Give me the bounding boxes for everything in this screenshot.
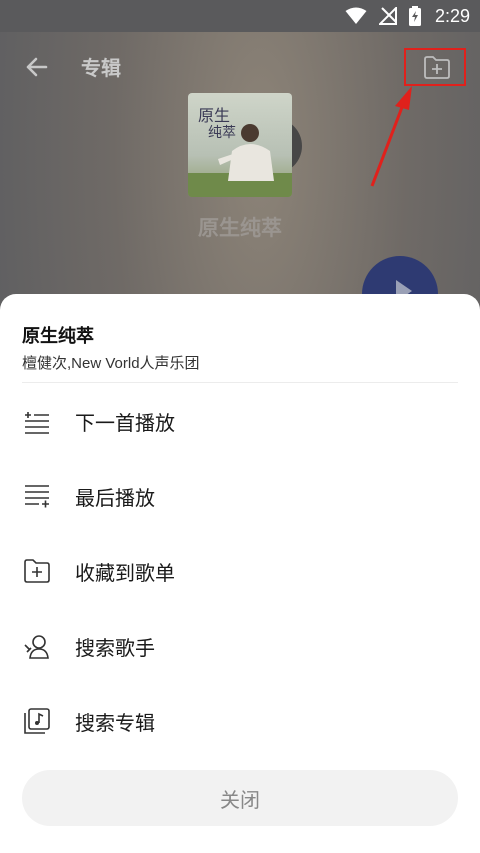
battery-charging-icon [408,6,421,26]
menu-item-search-singer[interactable]: 搜索歌手 [0,609,480,683]
back-arrow-icon[interactable] [22,52,52,82]
svg-text:纯萃: 纯萃 [208,125,236,141]
search-album-icon [24,708,50,734]
album-name: 原生纯萃 [198,217,282,240]
status-bar: 2:29 [0,0,480,32]
status-time: 2:29 [434,5,470,26]
album-actions-sheet: 原生纯萃 檀健次,New Vorld人声乐团 下一首播放 最后播放 收藏到歌单 [0,294,480,853]
cover-title-text: 原生 [198,106,230,125]
page-title: 专辑 [81,58,121,80]
highlight-annotation-box [404,48,466,86]
menu-item-label: 搜索歌手 [75,637,155,660]
menu-item-label: 搜索专辑 [75,712,155,735]
menu-item-play-next[interactable]: 下一首播放 [0,384,480,458]
sheet-subtitle: 檀健次,New Vorld人声乐团 [22,355,200,372]
play-next-icon [25,412,49,434]
menu-item-label: 收藏到歌单 [75,562,175,585]
red-arrow-annotation [370,86,412,187]
sheet-divider [22,382,458,383]
search-singer-icon [24,635,49,659]
menu-item-search-album[interactable]: 搜索专辑 [0,684,480,758]
album-cover-image: 原生 纯萃 [188,93,292,197]
close-button-label: 关闭 [220,789,260,812]
no-signal-icon [378,7,397,25]
wifi-icon [345,7,367,24]
close-button[interactable]: 关闭 [22,770,458,826]
add-to-playlist-icon [24,559,50,583]
menu-item-label: 下一首播放 [75,412,175,435]
menu-item-label: 最后播放 [75,487,155,510]
sheet-header: 原生纯萃 檀健次,New Vorld人声乐团 [22,322,458,373]
menu-item-add-to-playlist[interactable]: 收藏到歌单 [0,534,480,608]
menu-item-play-last[interactable]: 最后播放 [0,459,480,533]
play-last-icon [25,485,49,508]
sheet-title: 原生纯萃 [22,326,94,346]
